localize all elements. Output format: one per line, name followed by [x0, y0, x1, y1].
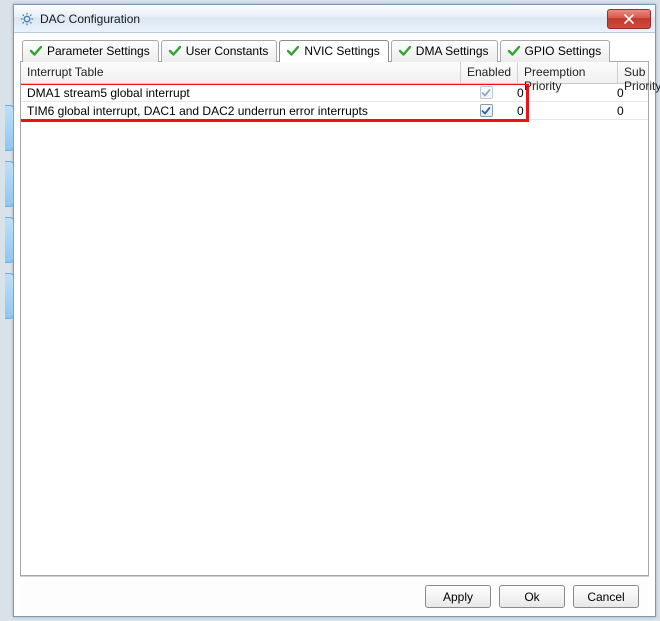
- col-header-enabled[interactable]: Enabled: [461, 62, 518, 83]
- cell-preemption: 0: [511, 85, 611, 101]
- cell-preemption: 0: [511, 103, 611, 119]
- close-button[interactable]: [607, 9, 651, 29]
- check-icon: [29, 44, 43, 58]
- tab-label: DMA Settings: [416, 44, 489, 58]
- ok-button[interactable]: Ok: [499, 585, 565, 608]
- tab-label: GPIO Settings: [525, 44, 602, 58]
- tab-user-constants[interactable]: User Constants: [161, 40, 278, 62]
- tab-gpio-settings[interactable]: GPIO Settings: [500, 40, 611, 62]
- tab-label: NVIC Settings: [304, 44, 379, 58]
- dialog-footer: Apply Ok Cancel: [20, 576, 649, 616]
- tab-parameter-settings[interactable]: Parameter Settings: [22, 40, 159, 62]
- table-row[interactable]: DMA1 stream5 global interrupt 0 0: [21, 84, 648, 102]
- gear-icon: [20, 12, 34, 26]
- left-decorative-strip: [5, 105, 14, 405]
- cell-sub: 0: [611, 103, 648, 119]
- tab-bar: Parameter Settings User Constants NVIC S…: [20, 39, 649, 61]
- tab-panel: Interrupt Table Enabled Preemption Prior…: [20, 61, 649, 576]
- dialog-window: DAC Configuration Parameter Settings Use…: [13, 4, 656, 617]
- table-body: DMA1 stream5 global interrupt 0 0 TIM6 g…: [21, 84, 648, 575]
- table-header: Interrupt Table Enabled Preemption Prior…: [21, 62, 648, 84]
- col-header-interrupt[interactable]: Interrupt Table: [21, 62, 461, 83]
- check-icon: [507, 44, 521, 58]
- window-title: DAC Configuration: [40, 12, 140, 26]
- cell-interrupt: DMA1 stream5 global interrupt: [21, 85, 461, 101]
- table-row[interactable]: TIM6 global interrupt, DAC1 and DAC2 und…: [21, 102, 648, 120]
- button-label: Apply: [443, 590, 473, 604]
- col-header-preemption[interactable]: Preemption Priority: [518, 62, 618, 83]
- check-icon: [168, 44, 182, 58]
- col-header-sub[interactable]: Sub Priority: [618, 62, 660, 83]
- cancel-button[interactable]: Cancel: [573, 585, 639, 608]
- tab-label: Parameter Settings: [47, 44, 150, 58]
- client-area: Parameter Settings User Constants NVIC S…: [14, 33, 655, 616]
- apply-button[interactable]: Apply: [425, 585, 491, 608]
- cell-sub: 0: [611, 85, 648, 101]
- tab-label: User Constants: [186, 44, 269, 58]
- button-label: Cancel: [587, 590, 624, 604]
- cell-interrupt: TIM6 global interrupt, DAC1 and DAC2 und…: [21, 103, 461, 119]
- tab-dma-settings[interactable]: DMA Settings: [391, 40, 498, 62]
- check-icon: [286, 44, 300, 58]
- checkbox-enabled: [480, 86, 493, 99]
- cell-enabled: [461, 85, 511, 100]
- check-icon: [398, 44, 412, 58]
- checkbox-enabled[interactable]: [480, 104, 493, 117]
- button-label: Ok: [524, 590, 539, 604]
- titlebar: DAC Configuration: [14, 5, 655, 33]
- tab-nvic-settings[interactable]: NVIC Settings: [279, 40, 388, 62]
- cell-enabled: [461, 103, 511, 118]
